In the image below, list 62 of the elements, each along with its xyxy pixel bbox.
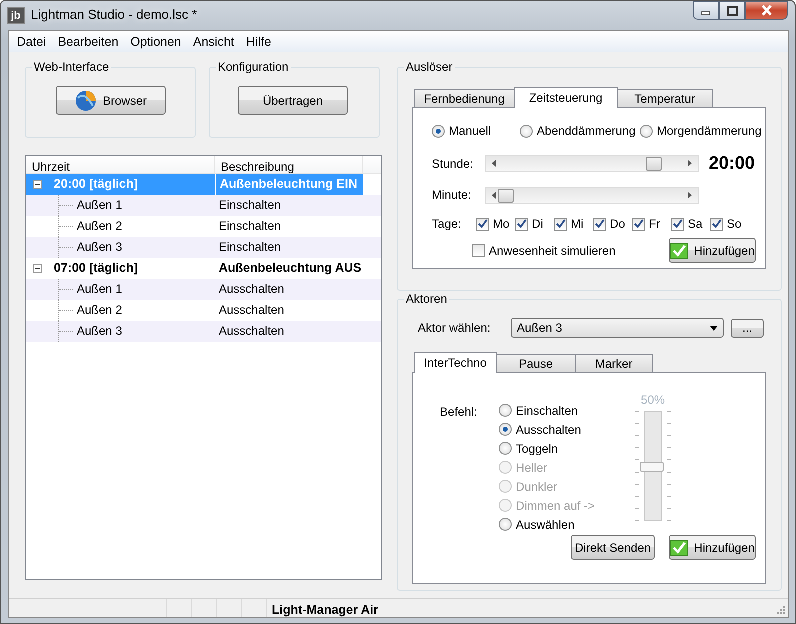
browser-button[interactable]: Browser	[56, 86, 166, 115]
menu-item[interactable]: Datei	[11, 31, 52, 52]
actor-label: Aktor wählen:	[418, 320, 492, 337]
tab[interactable]: Marker	[575, 354, 654, 372]
table-cell-text: Einschalten	[218, 239, 282, 256]
dim-reading: 50%	[641, 392, 666, 409]
group-title: Web-Interface	[32, 61, 112, 74]
group-title: Auslöser	[404, 61, 455, 74]
menu-item[interactable]: Bearbeiten	[52, 31, 125, 52]
table-cell-text: Ausschalten	[218, 281, 286, 298]
radio-button[interactable]: Einschalten	[499, 401, 634, 420]
tab[interactable]: Pause	[496, 354, 576, 372]
send-button[interactable]: Direkt Senden	[571, 535, 656, 560]
tree-cell[interactable]: Außen 3	[26, 237, 215, 258]
radio-button[interactable]: Abenddämmerung	[520, 122, 640, 140]
menu-item[interactable]: Ansicht	[187, 31, 240, 52]
time-display: 20:00	[709, 152, 756, 175]
day-checkbox[interactable]: Mi	[554, 215, 594, 233]
group-title: Konfiguration	[216, 61, 291, 74]
minute-label: Minute:	[432, 187, 472, 204]
tab[interactable]: Fernbedienung	[414, 89, 516, 107]
actor-dropdown[interactable]: Außen 3	[511, 318, 724, 338]
command-label: Befehl:	[440, 404, 478, 421]
radio-button[interactable]: Manuell	[432, 122, 520, 140]
tree-cell[interactable]: Außen 3	[26, 321, 215, 342]
radio-button[interactable]: Toggeln	[499, 439, 634, 458]
day-checkbox[interactable]: So	[710, 215, 750, 233]
radio-button[interactable]: Ausschalten	[499, 420, 634, 439]
table-cell-text: Einschalten	[218, 218, 282, 235]
simulate-checkbox[interactable]: Anwesenheit simulieren	[472, 242, 616, 260]
menu-item[interactable]: Hilfe	[240, 31, 278, 52]
add-button[interactable]: Hinzufügen	[669, 238, 756, 263]
tree-cell[interactable]: Außen 1	[26, 195, 215, 216]
tab[interactable]: Zeitsteuerung	[514, 87, 618, 108]
menu-item[interactable]: Optionen	[124, 31, 188, 52]
group-title: Aktoren	[404, 293, 450, 306]
tab[interactable]: InterTechno	[414, 352, 498, 373]
day-checkbox[interactable]: Fr	[632, 215, 672, 233]
radio-button[interactable]: Auswählen	[499, 515, 634, 534]
table-cell-text: Ausschalten	[218, 302, 286, 319]
window-title: Lightman Studio - demo.lsc *	[31, 6, 198, 24]
table-cell-text: Einschalten	[218, 197, 282, 214]
transfer-button[interactable]: Übertragen	[238, 86, 348, 115]
day-checkbox[interactable]: Di	[515, 215, 554, 233]
table-cell: Außenbeleuchtung EIN	[215, 174, 363, 195]
day-checkbox[interactable]: Mo	[476, 215, 516, 233]
table-cell-text: Außenbeleuchtung AUS	[218, 260, 363, 277]
more-button[interactable]: ...	[731, 318, 764, 338]
status-text: Light-Manager Air	[271, 602, 380, 617]
tree-cell[interactable]: 07:00 [täglich]	[26, 258, 215, 279]
table-cell-text: Ausschalten	[218, 323, 286, 340]
hour-label: Stunde:	[432, 156, 474, 172]
days-label: Tage:	[432, 216, 462, 233]
column-header[interactable]: Beschreibung	[215, 156, 363, 173]
day-checkbox[interactable]: Sa	[671, 215, 710, 233]
add-button[interactable]: Hinzufügen	[669, 535, 756, 560]
tree-cell[interactable]: Außen 1	[26, 279, 215, 300]
day-checkbox[interactable]: Do	[593, 215, 632, 233]
tab[interactable]: Temperatur	[617, 89, 714, 107]
app-logo: jb	[7, 6, 25, 24]
radio-button[interactable]: Morgendämmerung	[640, 122, 760, 140]
column-header[interactable]: Uhrzeit	[26, 156, 215, 173]
